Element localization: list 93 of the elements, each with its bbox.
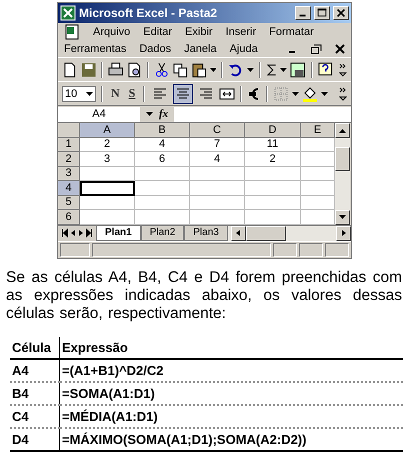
insert-function-button[interactable]: fx	[159, 108, 168, 120]
menu-item[interactable]: Arquivo	[93, 26, 130, 38]
fill-color-icon[interactable]	[302, 86, 318, 102]
table-cell: =MÁXIMO(SOMA(A1;D1);SOMA(A2:D2))	[60, 428, 403, 450]
print-preview-icon[interactable]	[126, 62, 142, 78]
window-title: Microsoft Excel - Pasta2	[79, 6, 218, 20]
table-cell	[245, 181, 301, 196]
row-header[interactable]: 1	[58, 138, 80, 152]
row-header[interactable]: 2	[58, 152, 80, 166]
overflow-icon[interactable]	[339, 62, 347, 78]
menu-item[interactable]: Dados	[139, 42, 172, 54]
table-cell: 7	[190, 138, 245, 152]
caret-icon[interactable]	[86, 92, 93, 96]
table-cell	[245, 166, 301, 181]
table-cell: 4	[135, 138, 190, 152]
caret-icon[interactable]	[146, 112, 153, 116]
maximize-icon[interactable]	[314, 6, 330, 20]
table-cell	[190, 166, 245, 181]
active-cell[interactable]	[80, 181, 135, 196]
table-cell: A4	[10, 358, 60, 382]
menu-item[interactable]: Ferramentas	[64, 42, 126, 54]
row-header[interactable]: 3	[58, 166, 80, 181]
table-cell: 2	[245, 152, 301, 166]
table-cell: 6	[135, 152, 190, 166]
table-cell	[80, 196, 135, 210]
minimize-icon[interactable]	[295, 6, 311, 20]
caret-icon[interactable]	[280, 68, 288, 72]
menu-item[interactable]: Ajuda	[230, 42, 258, 54]
scrollbar-thumb[interactable]	[335, 146, 350, 171]
table-cell: =(A1+B1)^D2/C2	[60, 358, 403, 382]
underline-button[interactable]: S	[126, 86, 138, 101]
vertical-scrollbar[interactable]	[335, 123, 350, 224]
undo-icon[interactable]	[228, 62, 244, 78]
save-icon[interactable]	[80, 62, 96, 78]
paste-icon[interactable]	[191, 62, 207, 78]
overflow-icon[interactable]	[339, 86, 347, 102]
menu-item[interactable]: Editar	[143, 26, 172, 38]
table-cell	[80, 166, 135, 181]
new-document-icon[interactable]	[62, 62, 78, 78]
align-center-icon[interactable]	[173, 84, 194, 104]
table-cell: =MÉDIA(A1:D1)	[60, 404, 403, 428]
merge-cells-icon[interactable]	[219, 86, 236, 102]
sheet-tab[interactable]: Plan2	[140, 226, 184, 240]
workbook-icon[interactable]	[64, 24, 80, 40]
column-header: Célula	[10, 336, 60, 358]
copy-icon[interactable]	[172, 62, 188, 78]
question-text: Se as células A4, B4, C4 e D4 forem preenchidas com as expressões indicadas abaixo, os valores dessas células serão, respectivamente:	[6, 268, 402, 322]
scrollbar-thumb[interactable]	[246, 226, 286, 240]
table-cell	[135, 166, 190, 181]
column-header[interactable]: A	[80, 123, 135, 138]
print-icon[interactable]	[108, 62, 124, 78]
close-icon[interactable]	[333, 6, 349, 20]
select-all-button[interactable]	[58, 123, 80, 138]
table-cell	[190, 196, 245, 210]
table-cell	[135, 181, 190, 196]
row-header[interactable]: 6	[58, 210, 80, 224]
column-header: Expressão	[60, 336, 403, 358]
font-size-field[interactable]: 10	[62, 86, 96, 102]
column-header[interactable]: B	[135, 123, 190, 138]
scissors-icon[interactable]	[154, 62, 170, 78]
table-cell: 3	[80, 152, 135, 166]
sum-icon[interactable]	[266, 62, 278, 78]
sheet-tab[interactable]: Plan1	[96, 226, 141, 240]
menu-item[interactable]: Inserir	[226, 26, 256, 38]
column-header[interactable]: D	[245, 123, 301, 138]
table-cell: B4	[10, 382, 60, 404]
table-cell: D4	[10, 428, 60, 450]
table-cell: 2	[80, 138, 135, 152]
help-icon[interactable]	[318, 62, 334, 78]
caret-icon[interactable]	[246, 68, 254, 72]
sheet-tab[interactable]: Plan3	[184, 226, 228, 240]
menu-item[interactable]: Formatar	[269, 26, 314, 38]
menu-item[interactable]: Janela	[184, 42, 217, 54]
table-cell	[245, 196, 301, 210]
column-header[interactable]: E	[301, 123, 335, 138]
bold-button[interactable]: N	[108, 86, 123, 101]
row-header[interactable]: 4	[58, 181, 80, 196]
caret-icon[interactable]	[321, 92, 328, 96]
name-box[interactable]: A4	[58, 106, 140, 122]
table-cell: 4	[190, 152, 245, 166]
table-cell: =SOMA(A1:D1)	[60, 382, 403, 404]
table-cell	[190, 181, 245, 196]
spreadsheet-icon[interactable]	[60, 5, 76, 21]
caret-icon[interactable]	[210, 68, 216, 72]
row-header[interactable]: 5	[58, 196, 80, 210]
formula-field[interactable]	[174, 106, 351, 122]
caret-icon[interactable]	[292, 92, 300, 96]
column-header[interactable]: C	[190, 123, 245, 138]
table-cell	[135, 196, 190, 210]
table-cell: C4	[10, 404, 60, 428]
table-cell: 11	[245, 138, 301, 152]
menu-item[interactable]: Exibir	[185, 26, 213, 38]
horizontal-scrollbar[interactable]	[228, 226, 351, 240]
